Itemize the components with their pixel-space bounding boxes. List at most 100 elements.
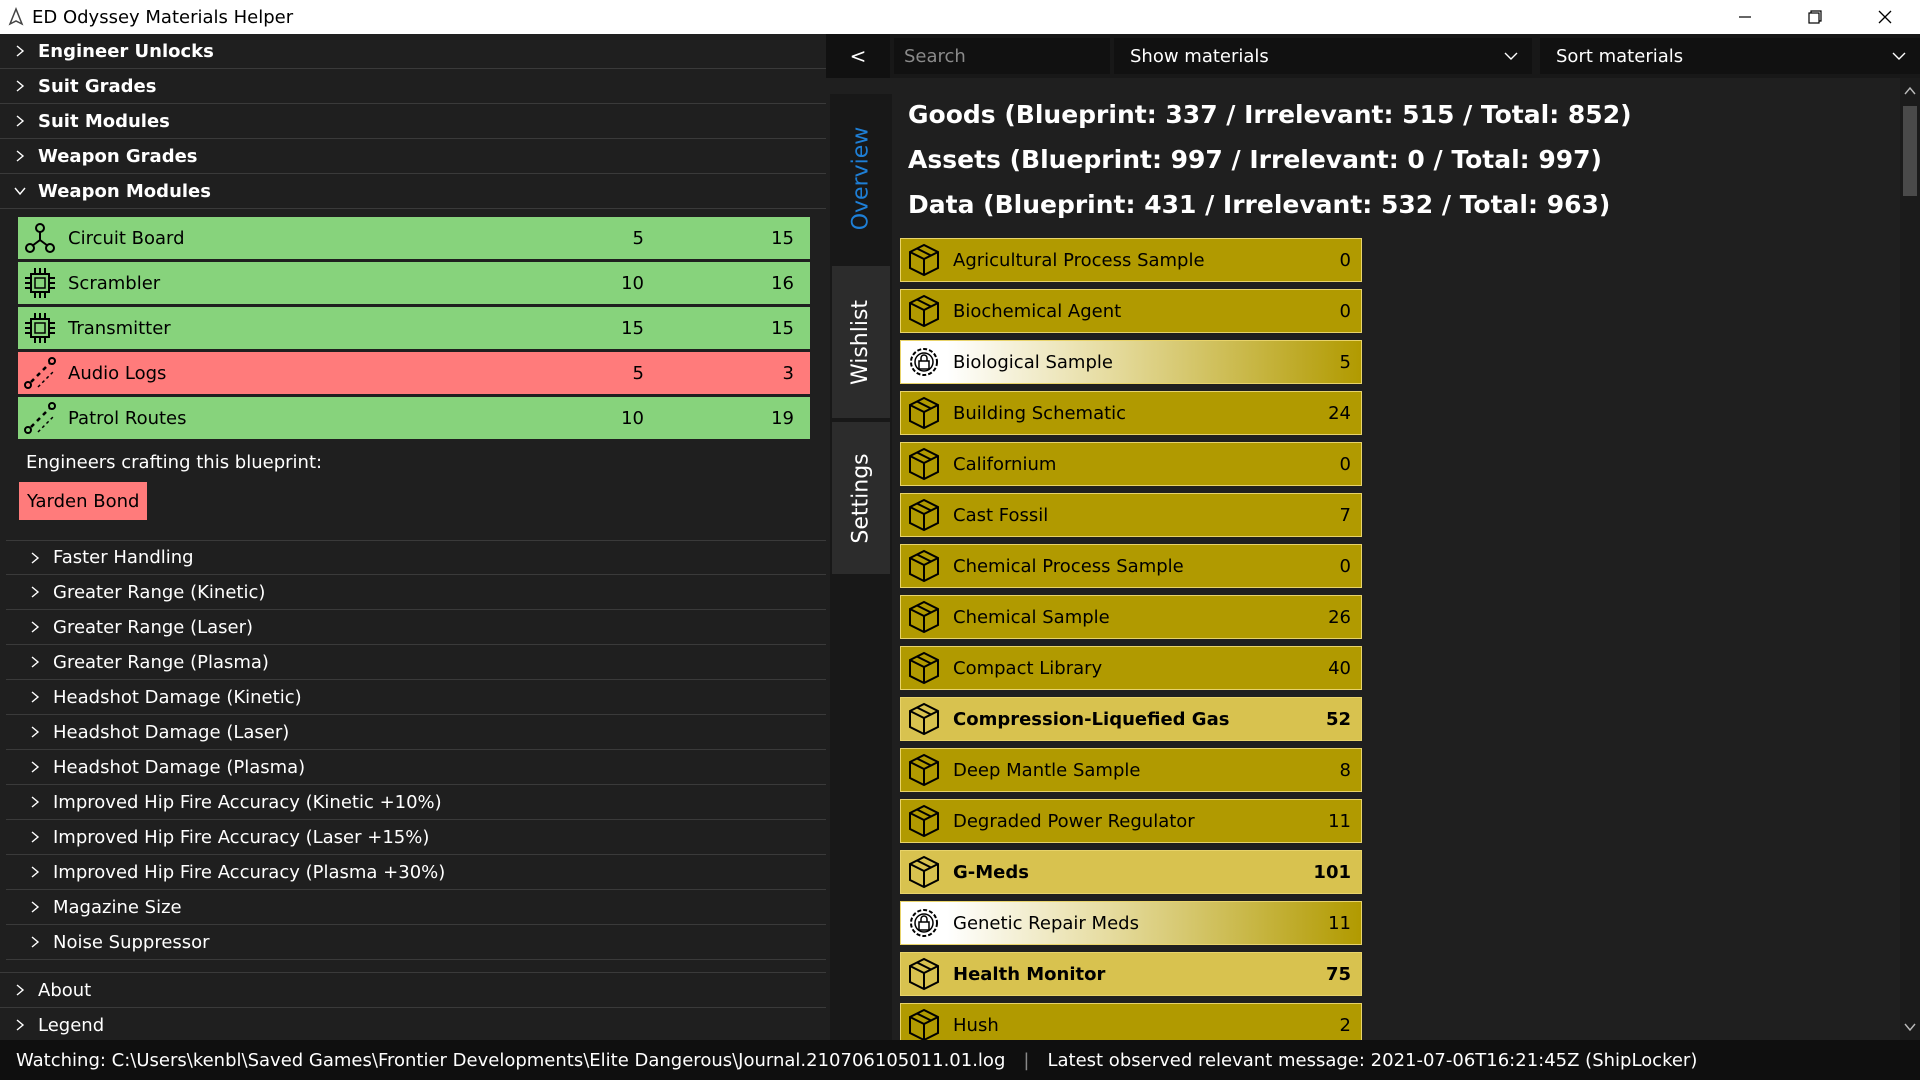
chevron-right-icon [31, 621, 40, 633]
minimize-button[interactable] [1710, 0, 1780, 34]
chevron-right-icon [31, 936, 40, 948]
chevron-right-icon [16, 1019, 25, 1031]
section-legend[interactable]: Legend [0, 1008, 826, 1040]
material-owned: 15 [771, 227, 794, 249]
lock-gear-icon [910, 348, 938, 376]
blueprint-material-row[interactable]: Transmitter 15 15 [18, 307, 810, 349]
chevron-down-icon [14, 187, 26, 196]
scroll-up-icon[interactable] [1903, 84, 1917, 98]
blueprint-item-label: Greater Range (Kinetic) [53, 581, 266, 603]
material-row[interactable]: Biological Sample 5 [900, 340, 1362, 384]
material-row[interactable]: G-Meds 101 [900, 850, 1362, 894]
blueprint-panel: Engineer Unlocks Suit Grades Suit Modules W… [0, 34, 826, 1040]
app-logo-icon [8, 7, 24, 26]
section-label: Engineer Unlocks [38, 40, 214, 62]
section-weapon-grades[interactable]: Weapon Grades [0, 139, 826, 174]
assets-summary: Assets (Blueprint: 997 / Irrelevant: 0 /… [908, 145, 1602, 174]
section-label: Weapon Grades [38, 145, 198, 167]
material-row[interactable]: Degraded Power Regulator 11 [900, 799, 1362, 843]
material-row[interactable]: Compression-Liquefied Gas 52 [900, 697, 1362, 741]
blueprint-material-row[interactable]: Patrol Routes 10 19 [18, 397, 810, 439]
overview-content: Goods (Blueprint: 337 / Irrelevant: 515 … [892, 78, 1902, 1040]
restore-button[interactable] [1780, 0, 1850, 34]
engineer-badge[interactable]: Yarden Bond [19, 482, 148, 520]
blueprint-item[interactable]: Greater Range (Kinetic) [6, 575, 826, 610]
material-name: Deep Mantle Sample [953, 759, 1141, 781]
section-label: Legend [38, 1014, 105, 1036]
material-count: 0 [1339, 300, 1351, 322]
blueprint-item[interactable]: Headshot Damage (Kinetic) [6, 680, 826, 715]
blueprint-item[interactable]: Greater Range (Plasma) [6, 645, 826, 680]
material-row[interactable]: Genetic Repair Meds 11 [900, 901, 1362, 945]
section-engineer-unlocks[interactable]: Engineer Unlocks [0, 34, 826, 69]
material-row[interactable]: Hush 2 [900, 1003, 1362, 1040]
material-row[interactable]: Chemical Process Sample 0 [900, 544, 1362, 588]
tab-wishlist[interactable]: Wishlist [832, 266, 890, 418]
material-count: 52 [1325, 708, 1351, 730]
material-name: Hush [953, 1014, 999, 1036]
material-name: Biochemical Agent [953, 300, 1122, 322]
crate-icon [909, 753, 939, 787]
material-required: 15 [621, 317, 644, 339]
material-name: Degraded Power Regulator [953, 810, 1195, 832]
crate-icon [909, 957, 939, 991]
watching-status: Watching: C:\Users\kenbl\Saved Games\Fro… [16, 1049, 1006, 1071]
blueprint-item[interactable]: Improved Hip Fire Accuracy (Plasma +30%) [6, 855, 826, 890]
material-required: 5 [632, 227, 644, 249]
blueprint-item[interactable]: Headshot Damage (Plasma) [6, 750, 826, 785]
show-materials-dropdown[interactable]: Show materials [1114, 38, 1532, 74]
content-scrollbar[interactable] [1900, 78, 1920, 1040]
sort-materials-dropdown[interactable]: Sort materials [1540, 38, 1920, 74]
material-row[interactable]: Compact Library 40 [900, 646, 1362, 690]
tab-strip: Overview Wishlist Settings [830, 94, 892, 1040]
blueprint-item[interactable]: Headshot Damage (Laser) [6, 715, 826, 750]
section-suit-modules[interactable]: Suit Modules [0, 104, 826, 139]
blueprint-item[interactable]: Magazine Size [6, 890, 826, 925]
blueprint-item-label: Improved Hip Fire Accuracy (Kinetic +10%… [53, 791, 442, 813]
blueprint-item[interactable]: Faster Handling [6, 540, 826, 575]
blueprint-item[interactable]: Greater Range (Laser) [6, 610, 826, 645]
section-about[interactable]: About [0, 973, 826, 1008]
material-name: Californium [953, 453, 1057, 475]
tab-settings[interactable]: Settings [832, 422, 890, 574]
blueprint-material-row[interactable]: Scrambler 10 16 [18, 262, 810, 304]
sort-materials-label: Sort materials [1556, 45, 1684, 67]
material-name: Genetic Repair Meds [953, 912, 1139, 934]
material-count: 24 [1328, 402, 1351, 424]
blueprint-item[interactable]: Noise Suppressor [6, 925, 826, 960]
collapse-button[interactable]: < [826, 34, 890, 78]
material-row[interactable]: Building Schematic 24 [900, 391, 1362, 435]
section-suit-grades[interactable]: Suit Grades [0, 69, 826, 104]
material-row[interactable]: Health Monitor 75 [900, 952, 1362, 996]
tab-overview[interactable]: Overview [832, 94, 890, 262]
blueprint-material-row[interactable]: Audio Logs 5 3 [18, 352, 810, 394]
chevron-right-icon [31, 831, 40, 843]
blueprint-item-label: Improved Hip Fire Accuracy (Plasma +30%) [53, 861, 446, 883]
blueprint-item[interactable]: Improved Hip Fire Accuracy (Kinetic +10%… [6, 785, 826, 820]
material-row[interactable]: Deep Mantle Sample 8 [900, 748, 1362, 792]
material-row[interactable]: Cast Fossil 7 [900, 493, 1362, 537]
material-row[interactable]: Californium 0 [900, 442, 1362, 486]
section-label: About [38, 979, 92, 1001]
material-row[interactable]: Agricultural Process Sample 0 [900, 238, 1362, 282]
close-icon [1878, 10, 1892, 24]
blueprint-material-row[interactable]: Circuit Board 5 15 [18, 217, 810, 259]
scroll-down-icon[interactable] [1903, 1020, 1917, 1034]
data-summary: Data (Blueprint: 431 / Irrelevant: 532 /… [908, 190, 1611, 219]
crate-icon [909, 600, 939, 634]
blueprint-item-label: Headshot Damage (Plasma) [53, 756, 306, 778]
blueprint-item-label: Greater Range (Plasma) [53, 651, 269, 673]
blueprint-item-label: Noise Suppressor [53, 931, 210, 953]
scrollbar-thumb[interactable] [1903, 106, 1917, 196]
material-row[interactable]: Chemical Sample 26 [900, 595, 1362, 639]
material-name: Transmitter [68, 317, 171, 339]
material-row[interactable]: Biochemical Agent 0 [900, 289, 1362, 333]
chevron-right-icon [16, 115, 25, 127]
material-count: 40 [1328, 657, 1351, 679]
section-weapon-modules[interactable]: Weapon Modules [0, 174, 826, 209]
blueprint-item[interactable]: Improved Hip Fire Accuracy (Laser +15%) [6, 820, 826, 855]
circuit-icon [25, 223, 55, 253]
search-input[interactable]: Search [894, 38, 1110, 74]
close-button[interactable] [1850, 0, 1920, 34]
chevron-right-icon [31, 866, 40, 878]
